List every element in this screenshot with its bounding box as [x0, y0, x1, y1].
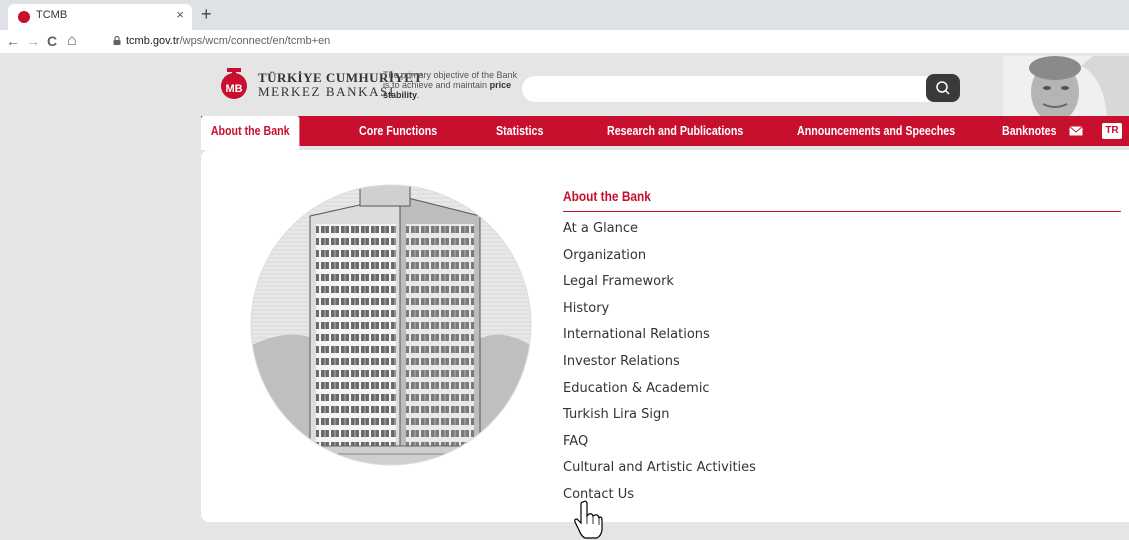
- address-bar[interactable]: tcmb.gov.tr/wps/wcm/connect/en/tcmb+en: [126, 35, 330, 47]
- close-tab-icon[interactable]: ×: [176, 7, 184, 22]
- language-toggle-button[interactable]: TR: [1102, 123, 1122, 139]
- search-icon: [936, 81, 950, 95]
- menu-item-at-a-glance[interactable]: At a Glance: [563, 216, 756, 243]
- browser-tab[interactable]: TCMB ×: [8, 4, 192, 30]
- nav-core-functions[interactable]: Core Functions: [359, 116, 437, 146]
- menu-item-international-relations[interactable]: International Relations: [563, 322, 756, 349]
- nav-banknotes[interactable]: Banknotes: [1002, 116, 1057, 146]
- menu-item-investor-relations[interactable]: Investor Relations: [563, 349, 756, 376]
- menu-item-organization[interactable]: Organization: [563, 243, 756, 270]
- reload-button[interactable]: C: [47, 32, 57, 50]
- tab-title: TCMB: [36, 9, 68, 21]
- forward-button[interactable]: →: [26, 32, 40, 50]
- menu-item-legal-framework[interactable]: Legal Framework: [563, 269, 756, 296]
- menu-item-education-academic[interactable]: Education & Academic: [563, 376, 756, 403]
- tagline-bold-1: price: [489, 80, 512, 90]
- about-menu-list: At a Glance Organization Legal Framework…: [563, 216, 756, 509]
- url-host: tcmb.gov.tr: [126, 35, 180, 47]
- menu-item-faq[interactable]: FAQ: [563, 429, 756, 456]
- menu-item-turkish-lira-sign[interactable]: Turkish Lira Sign: [563, 402, 756, 429]
- menu-item-history[interactable]: History: [563, 296, 756, 323]
- building-illustration: [250, 184, 532, 466]
- tagline-bold-2: stability: [383, 90, 418, 100]
- menu-divider: [563, 211, 1121, 212]
- home-button[interactable]: ⌂: [67, 32, 77, 50]
- mail-icon[interactable]: [1069, 126, 1083, 136]
- nav-statistics[interactable]: Statistics: [496, 116, 543, 146]
- browser-toolbar: ← → C ⌂ tcmb.gov.tr/wps/wcm/connect/en/t…: [0, 30, 1129, 54]
- tagline: The primary objective of the Bank is to …: [383, 70, 523, 100]
- menu-heading[interactable]: About the Bank: [563, 188, 651, 204]
- nav-research-and-publications[interactable]: Research and Publications: [607, 116, 743, 146]
- search-input[interactable]: [522, 76, 960, 102]
- tagline-line-2: is to achieve and maintain: [383, 80, 488, 90]
- search-button[interactable]: [926, 74, 960, 102]
- tcmb-logo[interactable]: MB: [216, 68, 252, 100]
- nav-announcements-and-speeches[interactable]: Announcements and Speeches: [797, 116, 955, 146]
- new-tab-button[interactable]: +: [201, 4, 212, 24]
- tagline-end: .: [417, 90, 420, 100]
- page-content: MB TÜRKİYE CUMHURİYET MERKEZ BANKASI The…: [0, 54, 1129, 540]
- menu-item-cultural-artistic[interactable]: Cultural and Artistic Activities: [563, 455, 756, 482]
- nav-about-the-bank[interactable]: About the Bank: [201, 116, 300, 150]
- portrait-image: [1003, 56, 1129, 116]
- tcmb-favicon-icon: [18, 11, 30, 23]
- about-dropdown-panel: About the Bank At a Glance Organization …: [201, 150, 1129, 522]
- hand-cursor-icon: [574, 500, 603, 539]
- tagline-line-1: The primary objective of the Bank: [383, 70, 518, 80]
- svg-text:MB: MB: [225, 83, 242, 95]
- back-button[interactable]: ←: [6, 32, 20, 50]
- lock-icon: [113, 36, 121, 45]
- url-path: /wps/wcm/connect/en/tcmb+en: [179, 35, 331, 47]
- browser-tab-bar: TCMB × +: [0, 0, 1129, 30]
- main-nav: About the Bank Core Functions Statistics…: [201, 116, 1129, 150]
